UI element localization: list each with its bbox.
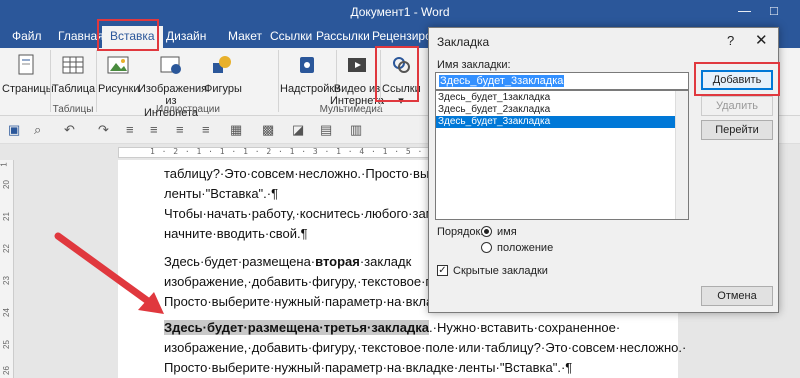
sort-by-name-label: имя bbox=[497, 226, 517, 238]
vruler-tick: 1 bbox=[0, 162, 9, 167]
print-preview-icon[interactable]: ⌕ bbox=[34, 122, 41, 138]
goto-button[interactable]: Перейти bbox=[701, 120, 773, 140]
pictures-button[interactable]: Рисунки bbox=[98, 54, 140, 95]
picture-icon bbox=[107, 56, 129, 74]
vruler-tick: 26 bbox=[1, 366, 11, 375]
bookmark-name-input[interactable]: Здесь_будет_3закладка bbox=[435, 72, 689, 90]
table-icon[interactable]: ▦ bbox=[230, 122, 242, 138]
group-media-label: Мультимедиа bbox=[319, 104, 383, 115]
image-icon[interactable]: ▩ bbox=[262, 122, 274, 138]
list-scrollbar[interactable] bbox=[675, 91, 688, 219]
maximize-icon[interactable]: □ bbox=[770, 3, 778, 18]
vertical-ruler: 1 20 21 22 23 24 25 26 bbox=[0, 160, 14, 378]
group-separator bbox=[278, 50, 279, 112]
tab-references[interactable]: Ссылки bbox=[270, 29, 312, 43]
highlight-add-button bbox=[694, 62, 780, 96]
doc-line: Здесь·будет·размещена·третья·закладка.·Н… bbox=[164, 318, 684, 337]
align-left-icon[interactable]: ≡ bbox=[126, 122, 134, 137]
bookmark-name-label: Имя закладки: bbox=[437, 59, 511, 71]
addins-icon bbox=[300, 57, 314, 73]
hidden-bookmarks-checkbox[interactable]: ✓ bbox=[437, 265, 448, 276]
vruler-tick: 20 bbox=[1, 180, 11, 189]
sort-order-label: Порядок: bbox=[437, 226, 484, 238]
vruler-tick: 21 bbox=[1, 212, 11, 221]
sort-by-position-radio[interactable] bbox=[481, 242, 492, 253]
table-icon bbox=[62, 56, 84, 74]
redo-icon[interactable]: ↷ bbox=[98, 122, 109, 138]
addins-button[interactable]: Надстройки bbox=[280, 54, 340, 95]
line-spacing-icon[interactable]: ≡ bbox=[202, 122, 210, 137]
sort-by-position-label: положение bbox=[497, 242, 554, 254]
bookmark-list[interactable]: Здесь_будет_1закладка Здесь_будет_2закла… bbox=[435, 90, 689, 220]
vruler-tick: 22 bbox=[1, 244, 11, 253]
shapes-button[interactable]: Фигуры bbox=[204, 54, 242, 95]
group-tables-label: Таблицы bbox=[52, 104, 94, 115]
red-arrow-annotation bbox=[54, 232, 164, 314]
minimize-icon[interactable]: — bbox=[738, 3, 751, 18]
tab-mailings[interactable]: Рассылки bbox=[316, 29, 370, 43]
bookmark-list-item[interactable]: Здесь_будет_1закладка bbox=[436, 92, 676, 104]
doc-bold-text: вторая bbox=[315, 254, 360, 269]
delete-button[interactable]: Удалить bbox=[701, 96, 773, 116]
vruler-tick: 25 bbox=[1, 340, 11, 349]
group-separator bbox=[50, 50, 51, 112]
group-separator bbox=[96, 50, 97, 112]
shapes-label: Фигуры bbox=[204, 83, 242, 95]
doc-line: изображение,·добавить·фигуру,·текстовое·… bbox=[164, 340, 687, 355]
doc-text: ·закладк bbox=[359, 254, 412, 269]
undo-icon[interactable]: ↶ bbox=[64, 122, 75, 138]
pictures-label: Рисунки bbox=[98, 83, 140, 95]
align-justify-icon[interactable]: ≡ bbox=[176, 122, 184, 137]
vruler-tick: 23 bbox=[1, 276, 11, 285]
pages-label: Страницы bbox=[2, 83, 54, 95]
doc-text: .·Нужно·вставить·сохраненное· bbox=[429, 320, 621, 335]
tab-file[interactable]: Файл bbox=[12, 29, 42, 43]
highlight-links-button bbox=[375, 46, 419, 102]
hidden-bookmarks-label: Скрытые закладки bbox=[453, 265, 548, 277]
selected-bookmark-text: Здесь·будет·размещена·третья·закладка bbox=[164, 320, 430, 335]
vruler-tick: 24 bbox=[1, 308, 11, 317]
tab-layout[interactable]: Макет bbox=[228, 29, 262, 43]
doc-text: Здесь·будет·размещена· bbox=[164, 254, 316, 269]
group-illustrations-label: Иллюстрации bbox=[156, 104, 220, 115]
close-icon[interactable]: ✕ bbox=[755, 31, 768, 49]
save-icon[interactable]: ▣ bbox=[8, 122, 20, 138]
window-title: Документ1 - Word bbox=[350, 5, 450, 19]
video-label-1: Видео из bbox=[333, 83, 381, 95]
pages-button[interactable]: Страницы bbox=[2, 54, 54, 95]
shapes-icon[interactable]: ◪ bbox=[292, 122, 304, 138]
tab-design[interactable]: Дизайн bbox=[166, 29, 206, 43]
ruler-ticks: 1 · 2 · 1 · 1 · 1 · 2 · 1 · 3 · 1 · 4 · … bbox=[150, 147, 459, 156]
bookmark-name-value: Здесь_будет_3закладка bbox=[439, 75, 565, 87]
chart-icon[interactable]: ▤ bbox=[320, 122, 332, 138]
sort-by-name-radio[interactable] bbox=[481, 226, 492, 237]
doc-line: Просто·выберите·нужный·параметр·на·вклад… bbox=[164, 360, 573, 375]
help-icon[interactable]: ? bbox=[727, 33, 734, 48]
bookmark-list-item-selected[interactable]: Здесь_будет_3закладка bbox=[436, 116, 676, 128]
dialog-title: Закладка bbox=[437, 35, 490, 49]
pages-icon bbox=[18, 54, 34, 75]
table-label: Таблица bbox=[52, 83, 96, 95]
highlight-insert-tab bbox=[97, 19, 159, 51]
video-icon bbox=[348, 58, 366, 72]
align-center-icon[interactable]: ≡ bbox=[150, 122, 158, 137]
online-pictures-label-1: Изображения bbox=[138, 83, 208, 95]
table-button[interactable]: Таблица bbox=[52, 54, 96, 95]
shapes-icon bbox=[213, 56, 231, 73]
online-picture-icon bbox=[160, 56, 181, 74]
textbox-icon[interactable]: ▥ bbox=[350, 122, 362, 138]
cancel-button[interactable]: Отмена bbox=[701, 286, 773, 306]
bookmark-list-item[interactable]: Здесь_будет_2закладка bbox=[436, 104, 676, 116]
